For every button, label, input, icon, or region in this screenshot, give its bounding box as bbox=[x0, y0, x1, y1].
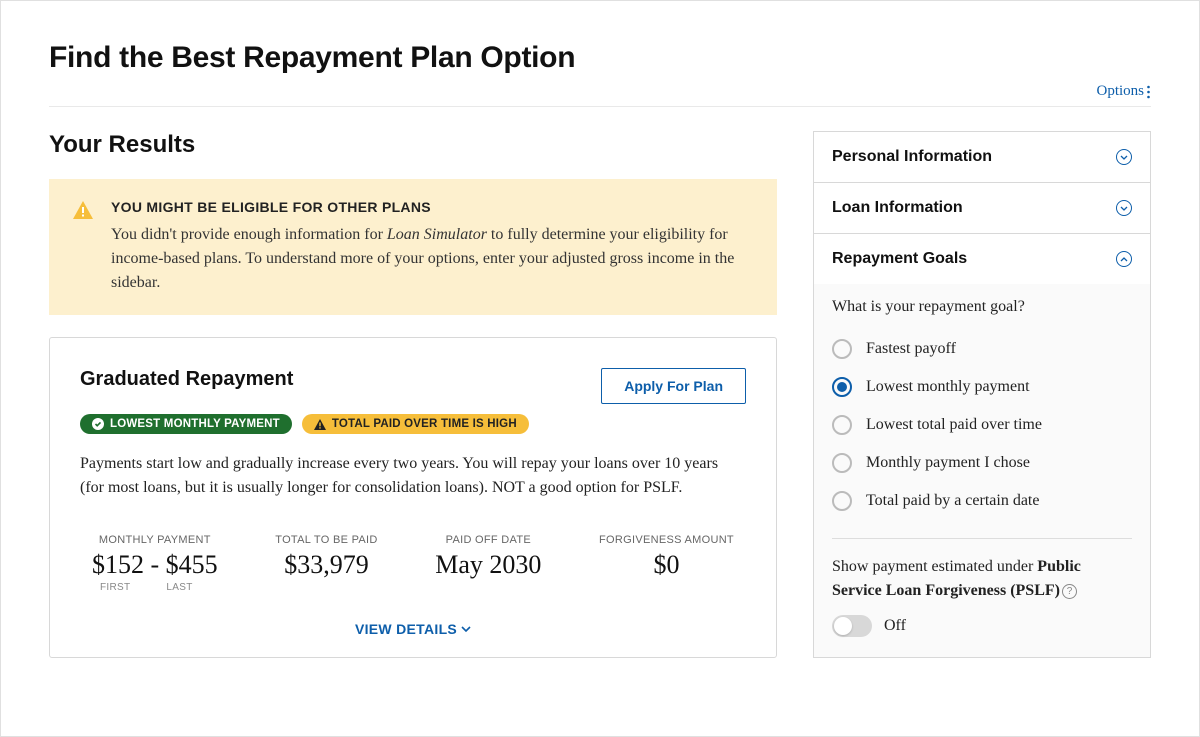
eligibility-alert: YOU MIGHT BE ELIGIBLE FOR OTHER PLANS Yo… bbox=[49, 179, 777, 315]
sidebar-panel: Personal Information Loan Information bbox=[813, 131, 1151, 658]
toggle-label: Off bbox=[884, 617, 906, 635]
repayment-goals-accordion[interactable]: Repayment Goals bbox=[814, 234, 1150, 284]
radio-label: Lowest total paid over time bbox=[866, 416, 1042, 434]
forgiveness-amount-stat: FORGIVENESS AMOUNT $0 bbox=[599, 534, 734, 593]
chevron-down-circle-icon bbox=[1116, 200, 1132, 216]
results-title: Your Results bbox=[49, 131, 777, 159]
radio-icon bbox=[832, 491, 852, 511]
options-link[interactable]: Options bbox=[1096, 83, 1151, 100]
accordion-title: Personal Information bbox=[832, 148, 992, 166]
radio-label: Fastest payoff bbox=[866, 340, 956, 358]
radio-icon bbox=[832, 453, 852, 473]
badge-green-label: LOWEST MONTHLY PAYMENT bbox=[110, 418, 280, 430]
pslf-text: Show payment estimated under Public Serv… bbox=[832, 555, 1132, 603]
chevron-up-circle-icon bbox=[1116, 251, 1132, 267]
goal-radio-option[interactable]: Lowest monthly payment bbox=[832, 368, 1132, 406]
total-to-be-paid-stat: TOTAL TO BE PAID $33,979 bbox=[275, 534, 377, 593]
radio-icon bbox=[832, 339, 852, 359]
goal-question: What is your repayment goal? bbox=[832, 298, 1132, 316]
repayment-goals-body: What is your repayment goal? Fastest pay… bbox=[814, 284, 1150, 657]
goal-radio-option[interactable]: Fastest payoff bbox=[832, 330, 1132, 368]
stat-label: PAID OFF DATE bbox=[435, 534, 541, 546]
view-details-button[interactable]: VIEW DETAILS bbox=[355, 621, 471, 637]
accordion-title: Loan Information bbox=[832, 199, 963, 217]
pslf-toggle[interactable] bbox=[832, 615, 872, 637]
warning-small-icon bbox=[314, 419, 326, 430]
alert-body: You didn't provide enough information fo… bbox=[111, 223, 753, 295]
chevron-down-icon bbox=[461, 626, 471, 632]
alert-body-pre: You didn't provide enough information fo… bbox=[111, 226, 387, 243]
sidebar-divider bbox=[832, 538, 1132, 539]
stat-value: $152 - $455 bbox=[92, 550, 218, 580]
stat-value: $33,979 bbox=[275, 550, 377, 580]
toggle-knob bbox=[834, 617, 852, 635]
accordion-title: Repayment Goals bbox=[832, 250, 967, 268]
chevron-down-circle-icon bbox=[1116, 149, 1132, 165]
total-paid-high-badge: TOTAL PAID OVER TIME IS HIGH bbox=[302, 414, 529, 434]
stat-value: $0 bbox=[599, 550, 734, 580]
stat-label: FORGIVENESS AMOUNT bbox=[599, 534, 734, 546]
stat-value: May 2030 bbox=[435, 550, 541, 580]
pslf-pre: Show payment estimated under bbox=[832, 558, 1037, 575]
check-circle-icon bbox=[92, 418, 104, 430]
goal-radio-option[interactable]: Monthly payment I chose bbox=[832, 444, 1132, 482]
radio-icon bbox=[832, 377, 852, 397]
stat-label: TOTAL TO BE PAID bbox=[275, 534, 377, 546]
page-title: Find the Best Repayment Plan Option bbox=[49, 41, 1151, 75]
monthly-last-label: LAST bbox=[166, 582, 192, 593]
help-icon[interactable]: ? bbox=[1062, 584, 1077, 599]
radio-label: Monthly payment I chose bbox=[866, 454, 1030, 472]
radio-icon bbox=[832, 415, 852, 435]
paid-off-date-stat: PAID OFF DATE May 2030 bbox=[435, 534, 541, 593]
radio-label: Total paid by a certain date bbox=[866, 492, 1039, 510]
monthly-first-label: FIRST bbox=[100, 582, 130, 593]
kebab-icon bbox=[1146, 85, 1151, 99]
plan-description: Payments start low and gradually increas… bbox=[80, 452, 746, 500]
plan-card: Graduated Repayment Apply For Plan LOWES… bbox=[49, 337, 777, 658]
warning-icon bbox=[73, 201, 93, 295]
apply-for-plan-button[interactable]: Apply For Plan bbox=[601, 368, 746, 404]
lowest-monthly-payment-badge: LOWEST MONTHLY PAYMENT bbox=[80, 414, 292, 434]
badge-yellow-label: TOTAL PAID OVER TIME IS HIGH bbox=[332, 418, 517, 430]
radio-label: Lowest monthly payment bbox=[866, 378, 1030, 396]
options-label: Options bbox=[1096, 83, 1144, 100]
goal-radio-option[interactable]: Total paid by a certain date bbox=[832, 482, 1132, 520]
view-details-label: VIEW DETAILS bbox=[355, 621, 457, 637]
personal-information-accordion[interactable]: Personal Information bbox=[814, 132, 1150, 182]
plan-name: Graduated Repayment bbox=[80, 368, 293, 391]
goal-radio-option[interactable]: Lowest total paid over time bbox=[832, 406, 1132, 444]
monthly-payment-stat: MONTHLY PAYMENT $152 - $455 FIRST LAST bbox=[92, 534, 218, 593]
alert-body-em: Loan Simulator bbox=[387, 226, 487, 243]
alert-title: YOU MIGHT BE ELIGIBLE FOR OTHER PLANS bbox=[111, 199, 753, 215]
stat-label: MONTHLY PAYMENT bbox=[92, 534, 218, 546]
loan-information-accordion[interactable]: Loan Information bbox=[814, 183, 1150, 233]
